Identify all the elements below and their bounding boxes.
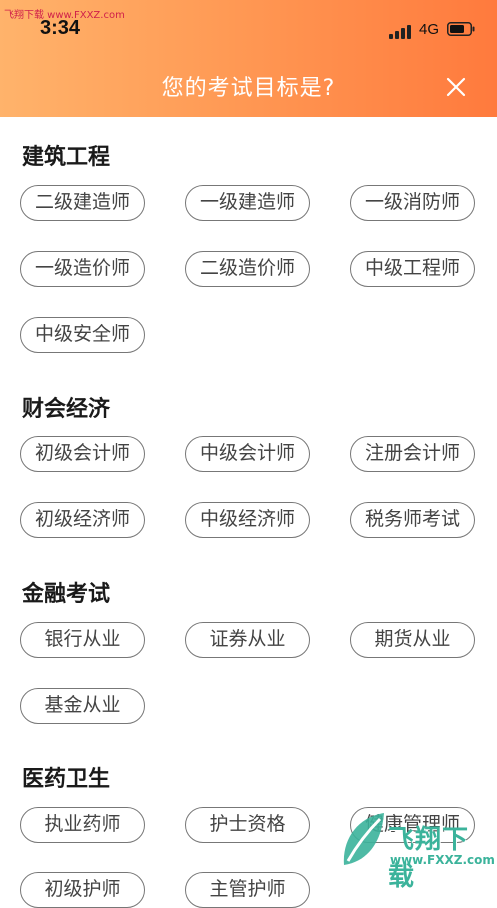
exam-tag[interactable]: 二级造价师 bbox=[185, 251, 310, 287]
watermark-logo: 飞翔下载 www.FXXZ.com bbox=[338, 805, 495, 892]
exam-tag[interactable]: 初级经济师 bbox=[20, 502, 145, 538]
section-title-banking: 金融考试 bbox=[22, 582, 111, 607]
exam-tag[interactable]: 一级造价师 bbox=[20, 251, 145, 287]
exam-tag[interactable]: 税务师考试 bbox=[350, 502, 475, 538]
exam-tag[interactable]: 中级经济师 bbox=[185, 502, 310, 538]
page-title: 您的考试目标是? bbox=[161, 76, 336, 101]
exam-tag[interactable]: 中级安全师 bbox=[20, 317, 145, 353]
exam-tag[interactable]: 二级建造师 bbox=[20, 185, 145, 221]
exam-tag[interactable]: 注册会计师 bbox=[350, 436, 475, 472]
exam-tag[interactable]: 证券从业 bbox=[185, 622, 310, 658]
leaf-logo-icon bbox=[343, 813, 384, 865]
close-icon[interactable] bbox=[444, 75, 468, 99]
exam-tag[interactable]: 护士资格 bbox=[185, 807, 310, 843]
section-title-medical: 医药卫生 bbox=[22, 767, 111, 792]
exam-tag[interactable]: 期货从业 bbox=[350, 622, 475, 658]
status-time: 3:34 bbox=[40, 17, 81, 39]
exam-tag[interactable]: 执业药师 bbox=[20, 807, 145, 843]
section-title-finance-accounting: 财会经济 bbox=[22, 397, 111, 422]
watermark-logo-url: www.FXXZ.com bbox=[390, 853, 495, 867]
exam-tag[interactable]: 初级护师 bbox=[20, 872, 145, 908]
exam-tag[interactable]: 一级建造师 bbox=[185, 185, 310, 221]
exam-tag[interactable]: 基金从业 bbox=[20, 688, 145, 724]
exam-tag[interactable]: 一级消防师 bbox=[350, 185, 475, 221]
battery-icon bbox=[447, 22, 475, 36]
header-bar: 飞翔下载 www.FXXZ.com 3:34 4G 您的考试目标是? bbox=[0, 0, 497, 117]
exam-tag[interactable]: 中级会计师 bbox=[185, 436, 310, 472]
exam-tag[interactable]: 中级工程师 bbox=[350, 251, 475, 287]
signal-icon bbox=[389, 23, 415, 39]
exam-tag[interactable]: 主管护师 bbox=[185, 872, 310, 908]
exam-tag[interactable]: 银行从业 bbox=[20, 622, 145, 658]
section-title-construction: 建筑工程 bbox=[22, 145, 111, 170]
network-label: 4G bbox=[419, 21, 440, 38]
exam-tag[interactable]: 初级会计师 bbox=[20, 436, 145, 472]
